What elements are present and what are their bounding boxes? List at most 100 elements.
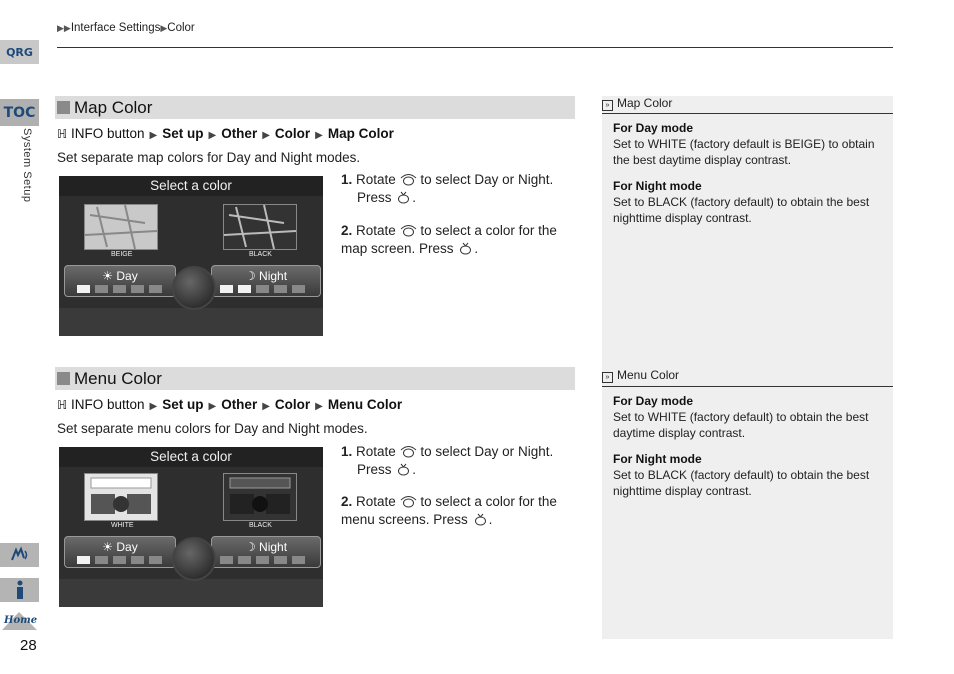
arrow-icon: ▶	[208, 401, 217, 412]
step-text: Rotate	[356, 444, 396, 459]
day-label-text: Day	[116, 269, 138, 283]
path-step: Other	[221, 397, 258, 412]
beige-map-thumbnail	[84, 204, 158, 250]
sidebar-divider	[602, 386, 893, 387]
map-color-heading: Map Color	[55, 96, 575, 119]
night-option[interactable]: ☽ Night	[211, 265, 321, 297]
swatch[interactable]	[95, 285, 108, 293]
qrg-tab[interactable]: QRG	[0, 40, 39, 64]
swatch[interactable]	[238, 556, 251, 564]
path-step: Set up	[162, 397, 204, 412]
home-button[interactable]: Home	[0, 608, 39, 632]
text: Set to	[613, 410, 645, 424]
white-label: WHITE	[647, 137, 687, 151]
left-thumb-label: WHITE	[111, 522, 134, 529]
swatch[interactable]	[113, 285, 126, 293]
day-label: ☀ Day	[102, 269, 138, 283]
swatch[interactable]	[274, 556, 287, 564]
step-number: 2.	[341, 223, 353, 238]
swatch[interactable]	[149, 285, 162, 293]
heading-text: Map Color	[74, 97, 153, 117]
swatch[interactable]	[274, 285, 287, 293]
swatch[interactable]	[220, 556, 233, 564]
swatch[interactable]	[256, 285, 269, 293]
dial-press-icon	[460, 242, 472, 255]
swatch[interactable]	[220, 285, 233, 293]
sidebar-title-text: Map Color	[617, 96, 673, 110]
dial-rotate-icon	[400, 496, 416, 508]
dial-rotate-icon	[400, 225, 416, 237]
sidebar-night-heading: For Night mode	[613, 179, 702, 193]
day-option[interactable]: ☀ Day	[64, 536, 176, 568]
swatch[interactable]	[95, 556, 108, 564]
menu-color-path: ℍ INFO button ▶ Set up ▶ Other ▶ Color ▶ Menu Co…	[57, 397, 402, 412]
path-info: INFO button	[70, 126, 145, 141]
text: Set to	[613, 137, 645, 151]
link-box-icon: »	[602, 372, 613, 383]
sidebar-night-text: Set to BLACK (factory default) to obtain…	[613, 467, 885, 499]
step-number: 2.	[341, 494, 353, 509]
swatch[interactable]	[292, 556, 305, 564]
arrow-icon: ▶	[315, 130, 323, 141]
swatch[interactable]	[77, 556, 90, 564]
path-step: Color	[274, 126, 311, 141]
sidebar-day-text: Set to WHITE (factory default is BEIGE) …	[613, 136, 885, 168]
breadcrumb-item-interface-settings[interactable]: Interface Settings	[71, 22, 161, 34]
swatch[interactable]	[131, 556, 144, 564]
swatch[interactable]	[238, 285, 251, 293]
night-option[interactable]: ☽ Night	[211, 536, 321, 568]
arrow-icon: ▶	[149, 130, 158, 141]
screen-base	[59, 579, 323, 607]
swatch[interactable]	[256, 556, 269, 564]
swatch[interactable]	[113, 556, 126, 564]
map-color-description: Set separate map colors for Day and Nigh…	[57, 150, 361, 165]
info-button[interactable]	[0, 578, 39, 602]
arrow-icon: ▶	[149, 401, 158, 412]
toc-label: TOC	[3, 104, 36, 121]
sidebar-day-heading: For Day mode	[613, 121, 694, 135]
white-menu-thumbnail	[84, 473, 158, 521]
night-label: ☽ Night	[244, 269, 288, 283]
step-night: Night	[517, 172, 550, 187]
header-divider	[57, 47, 893, 48]
interface-dial-knob	[172, 537, 216, 581]
swatch[interactable]	[149, 556, 162, 564]
step-number: 1.	[341, 444, 353, 459]
day-option[interactable]: ☀ Day	[64, 265, 176, 297]
black-menu-thumbnail	[223, 473, 297, 521]
swatch[interactable]	[131, 285, 144, 293]
map-step-2: 2. Rotate to select a color for the map …	[341, 223, 557, 256]
swatch[interactable]	[77, 285, 90, 293]
info-button-icon: ℍ	[57, 398, 68, 412]
swatch[interactable]	[292, 285, 305, 293]
step-night: Night	[517, 444, 550, 459]
home-label: Home	[4, 615, 38, 626]
heading-text: Menu Color	[74, 368, 162, 388]
path-step: Set up	[162, 126, 204, 141]
sidebar-menu-color-title[interactable]: » Menu Color	[602, 368, 893, 383]
menu-color-screenshot: Select a color WHITE BLACK ☀ Day ☽ Night	[59, 447, 323, 607]
dial-press-icon	[398, 463, 410, 476]
voice-command-button[interactable]	[0, 543, 39, 567]
white-label: WHITE	[647, 410, 687, 424]
menu-step-2: 2. Rotate to select a color for the menu…	[341, 494, 557, 527]
right-thumb-label: BLACK	[249, 251, 272, 258]
step-text: or	[502, 172, 515, 187]
sidebar-night-text: Set to BLACK (factory default) to obtain…	[613, 194, 885, 226]
day-label-text: Day	[116, 540, 138, 554]
section-label: System Setup	[21, 128, 33, 203]
night-label: ☽ Night	[244, 540, 288, 554]
dial-press-icon	[474, 513, 486, 526]
sidebar-day-heading: For Day mode	[613, 394, 694, 408]
step-day: Day	[474, 172, 499, 187]
step-press: Press	[357, 190, 392, 205]
sidebar-map-color-title[interactable]: » Map Color	[602, 96, 893, 111]
menu-color-heading: Menu Color	[55, 367, 575, 390]
menu-color-description: Set separate menu colors for Day and Nig…	[57, 421, 368, 436]
path-step: Color	[274, 397, 311, 412]
path-step: Menu Color	[327, 397, 403, 412]
toc-tab[interactable]: TOC	[0, 99, 39, 126]
step-text: to select	[420, 172, 471, 187]
screen-title: Select a color	[59, 176, 323, 196]
breadcrumb-item-color[interactable]: Color	[167, 22, 194, 34]
